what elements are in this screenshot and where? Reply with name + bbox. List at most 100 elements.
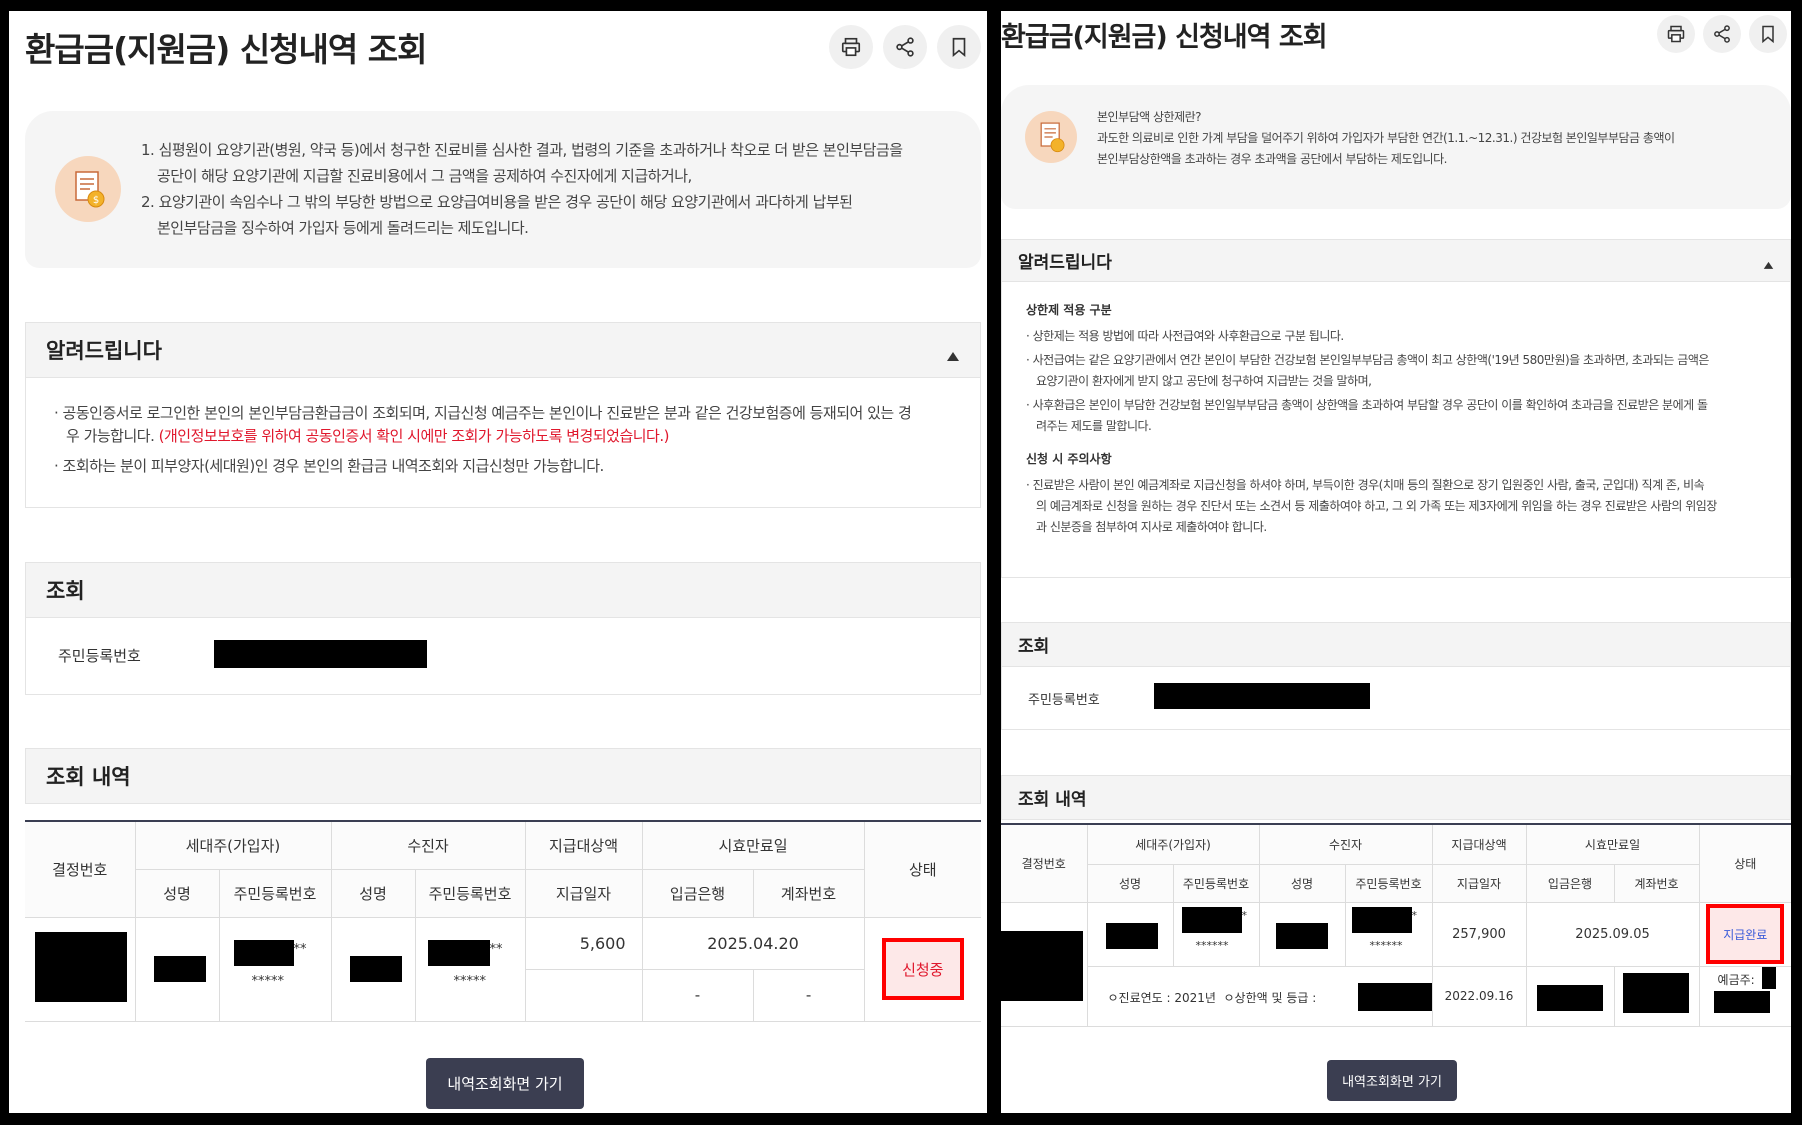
th-status: 상태	[863, 820, 982, 918]
th-household-rrn: 주민등록번호	[1172, 863, 1260, 903]
cell-patient-name	[1258, 901, 1346, 967]
results-header: 조회 내역	[25, 748, 981, 804]
notice-header[interactable]: 알려드립니다	[1001, 239, 1791, 282]
collapse-arrow-icon[interactable]	[946, 343, 960, 367]
rrn-label: 주민등록번호	[58, 647, 141, 665]
cell-decision-no	[25, 916, 136, 1022]
th-expiry: 시효만료일	[641, 820, 865, 870]
print-button[interactable]	[1657, 15, 1695, 53]
go-history-button[interactable]: 내역조회화면 가기	[426, 1058, 584, 1109]
intro-line-3: 2. 요양기관이 속임수나 그 밖의 부당한 방법으로 요양급여비용을 받은 경…	[141, 193, 853, 211]
intro-line-4: 본인부담금을 징수하여 가입자 등에게 돌려드리는 제도입니다.	[157, 219, 529, 237]
th-patient-name: 성명	[330, 868, 416, 918]
query-body: 주민등록번호	[1001, 667, 1791, 730]
page-title: 환급금(지원금) 신청내역 조회	[1001, 22, 1328, 53]
notice-bullet-1-cont: 우 가능합니다. (개인정보보호를 위하여 공동인증서 확인 시에만 조회가 가…	[66, 427, 670, 446]
th-patient-rrn: 주민등록번호	[414, 868, 526, 918]
redacted-block	[1622, 972, 1689, 1013]
share-icon	[1714, 25, 1730, 43]
th-pay-date: 지급일자	[524, 868, 643, 918]
cell-account: -	[752, 968, 865, 1022]
intro-box: 본인부담액 상한제란? 과도한 의료비로 인한 가계 부담을 덜어주기 위하여 …	[1001, 85, 1791, 209]
th-household: 세대주(가입자)	[134, 820, 332, 870]
cell-bank	[1525, 965, 1615, 1027]
th-expiry: 시효만료일	[1525, 823, 1700, 865]
table-row: * ****** * ****** 257,900 2025.09.05 지급완…	[1001, 901, 1791, 1027]
status-badge[interactable]: 지급완료	[1706, 904, 1785, 964]
notice-subheading-1: 상한제 적용 구분	[1026, 303, 1112, 317]
cell-patient-rrn: ** *****	[414, 916, 526, 1022]
th-household-name: 성명	[1087, 863, 1174, 903]
bookmark-button[interactable]	[937, 25, 981, 69]
notice-bullet-cont: 의 예금계좌로 신청을 원하는 경우 진단서 또는 소견서 등 제출하여야 하고…	[1036, 499, 1717, 513]
th-bank: 입금은행	[641, 868, 754, 918]
cell-expiry-date: 2025.09.05	[1525, 901, 1700, 967]
notice-bullet: · 사전급여는 같은 요양기관에서 연간 본인이 부담한 건강보험 본인일부부담…	[1026, 353, 1709, 367]
notice-bullet-cont: 과 신분증을 첨부하여 지사로 제출하여야 합니다.	[1036, 520, 1267, 534]
rrn-redacted-field	[214, 640, 427, 668]
redacted-block	[153, 955, 206, 982]
grade-label: ㅇ상한액 및 등급 :	[1223, 990, 1317, 1005]
notice-bullet: · 진료받은 사람이 본인 예금계좌로 지급신청을 하셔야 하며, 부득이한 경…	[1026, 478, 1705, 492]
status-badge[interactable]: 신청중	[881, 938, 964, 1000]
redacted-block	[1536, 984, 1603, 1011]
notice-bullet: · 사후환급은 본인이 부담한 건강보험 본인일부부담금 총액이 상한액을 초과…	[1026, 398, 1708, 412]
th-household-rrn: 주민등록번호	[218, 868, 332, 918]
intro-box: $ 1. 심평원이 요양기관(병원, 약국 등)에서 청구한 진료비를 심사한 …	[25, 111, 981, 268]
print-icon	[841, 37, 861, 57]
notice-subheading-2: 신청 시 주의사항	[1026, 452, 1112, 466]
redacted-block	[1357, 982, 1432, 1011]
svg-text:$: $	[93, 195, 99, 206]
cell-pay-date: 2022.09.16	[1431, 965, 1527, 1027]
left-screenshot-panel: 환급금(지원금) 신청내역 조회 $ 1. 심평원이 요양기관(병원, 약국 등…	[9, 11, 987, 1113]
rrn-label: 주민등록번호	[1028, 693, 1100, 708]
masked-digits: ******	[1195, 938, 1229, 952]
masked-digits: ******	[1369, 938, 1403, 952]
right-screenshot-panel: 환급금(지원금) 신청내역 조회 본인부담액 상한제란? 과도한 의료비로 인한…	[1001, 11, 1791, 1113]
redacted-block	[1001, 930, 1083, 1001]
query-header: 조회	[25, 562, 981, 618]
redacted-block	[1181, 906, 1242, 933]
cell-pay-date	[525, 968, 643, 1022]
cell-status: 신청중	[863, 916, 982, 1022]
document-coin-icon	[1025, 111, 1077, 163]
cell-household-name	[134, 916, 220, 1022]
notice-body: 상한제 적용 구분 · 상한제는 적용 방법에 따라 사전급여와 사후환급으로 …	[1001, 282, 1791, 578]
redacted-block	[1275, 922, 1328, 949]
share-button[interactable]	[1703, 15, 1741, 53]
masked-digits: **	[489, 941, 503, 957]
notice-bullet-cont: 요양기관이 환자에게 받지 않고 공단에 청구하여 지급받는 것을 말하며,	[1036, 374, 1372, 388]
results-table: 결정번호 세대주(가입자) 수진자 지급대상액 시효만료일 상태 성명 주민등록…	[25, 820, 982, 1022]
cell-household-rrn: * ******	[1172, 901, 1260, 967]
masked-digits: *	[1411, 908, 1418, 922]
cell-amount: 5,600	[524, 916, 643, 970]
collapse-arrow-icon[interactable]	[1763, 255, 1774, 275]
print-button[interactable]	[829, 25, 873, 69]
share-button[interactable]	[883, 25, 927, 69]
cell-household-rrn: ** *****	[218, 916, 332, 1022]
cell-status: 지급완료	[1698, 901, 1791, 967]
redacted-block	[1351, 906, 1412, 933]
redacted-block	[1105, 922, 1158, 949]
year-label: ㅇ진료연도 : 2021년	[1107, 990, 1216, 1005]
redacted-block	[35, 931, 127, 1002]
th-decision-no: 결정번호	[25, 820, 136, 918]
bookmark-button[interactable]	[1749, 15, 1787, 53]
th-bank: 입금은행	[1525, 863, 1615, 903]
redacted-block	[1713, 990, 1770, 1013]
th-household: 세대주(가입자)	[1086, 823, 1260, 865]
go-history-button[interactable]: 내역조회화면 가기	[1327, 1060, 1457, 1101]
query-header: 조회	[1001, 622, 1791, 667]
notice-bullet-1: · 공동인증서로 로그인한 본인의 본인부담금환급금이 조회되며, 지급신청 예…	[54, 404, 912, 422]
masked-digits: *****	[453, 973, 487, 989]
notice-header[interactable]: 알려드립니다	[25, 322, 981, 378]
th-patient-name: 성명	[1258, 863, 1346, 903]
notice-heading: 알려드립니다	[46, 339, 162, 363]
cell-patient-rrn: * ******	[1344, 901, 1433, 967]
notice-bullet-2: · 조회하는 분이 피부양자(세대원)인 경우 본인의 환급금 내역조회와 지급…	[54, 456, 604, 475]
th-amount: 지급대상액	[524, 820, 643, 870]
notice-privacy-red: (개인정보보호를 위하여 공동인증서 확인 시에만 조회가 가능하도록 변경되었…	[158, 427, 670, 446]
th-amount: 지급대상액	[1431, 823, 1527, 865]
bookmark-icon	[1762, 25, 1774, 44]
query-body: 주민등록번호	[25, 618, 981, 695]
